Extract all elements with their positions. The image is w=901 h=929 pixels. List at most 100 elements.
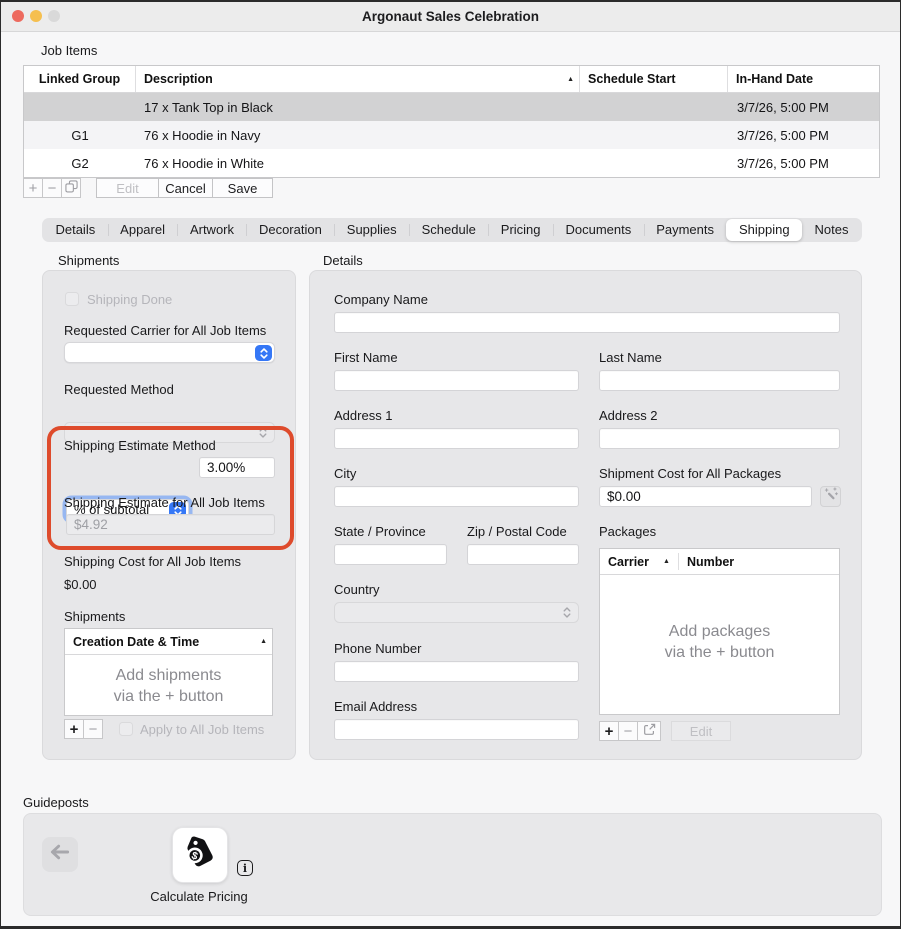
chevron-up-down-icon bbox=[562, 606, 572, 622]
address2-label: Address 2 bbox=[599, 408, 658, 423]
tab-artwork[interactable]: Artwork bbox=[177, 219, 246, 241]
first-name-label: First Name bbox=[334, 350, 398, 365]
open-external-icon bbox=[643, 723, 656, 740]
shipments-list: Creation Date & Time ▲ Add shipments via… bbox=[64, 628, 273, 716]
edit-job-item-button[interactable]: Edit bbox=[96, 178, 159, 198]
column-header-linked-group[interactable]: Linked Group bbox=[24, 66, 136, 92]
calculate-pricing-label: Calculate Pricing bbox=[147, 889, 251, 904]
cancel-button[interactable]: Cancel bbox=[158, 178, 213, 198]
minus-icon: − bbox=[89, 721, 98, 738]
job-items-section-label: Job Items bbox=[41, 43, 97, 58]
email-address-field[interactable] bbox=[334, 719, 579, 740]
column-header-number[interactable]: Number bbox=[687, 555, 734, 569]
shipping-estimate-all-label: Shipping Estimate for All Job Items bbox=[64, 495, 265, 510]
packages-empty-placeholder: Add packages via the + button bbox=[600, 621, 839, 663]
calculate-pricing-button[interactable]: $ bbox=[172, 827, 228, 883]
shipping-done-checkbox[interactable] bbox=[65, 292, 79, 306]
state-province-label: State / Province bbox=[334, 524, 426, 539]
shipping-cost-all-label: Shipping Cost for All Job Items bbox=[64, 554, 241, 569]
phone-number-field[interactable] bbox=[334, 661, 579, 682]
remove-package-button[interactable]: − bbox=[618, 721, 638, 741]
chevron-up-down-icon bbox=[258, 426, 268, 442]
shipping-estimate-all-field[interactable]: $4.92 bbox=[66, 514, 275, 535]
duplicate-job-item-button[interactable] bbox=[61, 178, 81, 198]
tab-shipping[interactable]: Shipping bbox=[726, 219, 802, 241]
window-title: Argonaut Sales Celebration bbox=[1, 9, 900, 24]
requested-carrier-label: Requested Carrier for All Job Items bbox=[64, 323, 266, 338]
first-name-field[interactable] bbox=[334, 370, 579, 391]
country-dropdown[interactable] bbox=[334, 602, 579, 623]
column-header-description[interactable]: Description ▲ bbox=[136, 66, 580, 92]
guideposts-panel: $ i Calculate Pricing bbox=[23, 813, 882, 916]
table-row[interactable]: G2 76 x Hoodie in White 3/7/26, 5:00 PM bbox=[24, 149, 879, 177]
tab-schedule[interactable]: Schedule bbox=[409, 219, 488, 241]
duplicate-icon bbox=[65, 180, 78, 197]
details-section-label: Details bbox=[323, 253, 363, 268]
shipments-empty-placeholder: Add shipments via the + button bbox=[65, 665, 272, 707]
save-button[interactable]: Save bbox=[212, 178, 273, 198]
plus-icon: + bbox=[605, 723, 614, 740]
address1-field[interactable] bbox=[334, 428, 579, 449]
table-row[interactable]: 17 x Tank Top in Black 3/7/26, 5:00 PM bbox=[24, 93, 879, 121]
add-package-button[interactable]: + bbox=[599, 721, 619, 741]
job-items-table-header: Linked Group Description ▲ Schedule Star… bbox=[24, 66, 879, 93]
tab-notes[interactable]: Notes bbox=[802, 219, 861, 241]
title-bar: Argonaut Sales Celebration bbox=[1, 2, 900, 32]
column-divider bbox=[678, 553, 679, 570]
state-province-field[interactable] bbox=[334, 544, 447, 565]
tab-documents[interactable]: Documents bbox=[553, 219, 644, 241]
company-name-field[interactable] bbox=[334, 312, 840, 333]
country-label: Country bbox=[334, 582, 380, 597]
remove-shipment-button[interactable]: − bbox=[83, 719, 103, 739]
tab-pricing[interactable]: Pricing bbox=[488, 219, 553, 241]
add-shipment-button[interactable]: + bbox=[64, 719, 84, 739]
tab-details[interactable]: Details bbox=[43, 219, 108, 241]
guideposts-section-label: Guideposts bbox=[23, 795, 89, 810]
phone-number-label: Phone Number bbox=[334, 641, 421, 656]
shipping-cost-all-value: $0.00 bbox=[64, 577, 97, 592]
last-name-field[interactable] bbox=[599, 370, 840, 391]
magic-wand-icon bbox=[824, 487, 838, 506]
info-icon[interactable]: i bbox=[237, 860, 253, 876]
shipping-estimate-method-label: Shipping Estimate Method bbox=[64, 438, 216, 453]
add-job-item-button[interactable]: + bbox=[23, 178, 43, 198]
apply-all-job-items-label: Apply to All Job Items bbox=[140, 722, 264, 737]
company-name-label: Company Name bbox=[334, 292, 428, 307]
shipments-list-header[interactable]: Creation Date & Time ▲ bbox=[65, 629, 272, 655]
edit-package-button[interactable]: Edit bbox=[671, 721, 731, 741]
apply-all-job-items-checkbox[interactable] bbox=[119, 722, 133, 736]
minus-icon: − bbox=[48, 180, 57, 197]
column-header-in-hand-date[interactable]: In-Hand Date bbox=[728, 66, 871, 92]
table-row[interactable]: G1 76 x Hoodie in Navy 3/7/26, 5:00 PM bbox=[24, 121, 879, 149]
plus-icon: + bbox=[70, 721, 79, 738]
shipment-cost-label: Shipment Cost for All Packages bbox=[599, 466, 781, 481]
city-field[interactable] bbox=[334, 486, 579, 507]
requested-carrier-dropdown[interactable] bbox=[64, 342, 275, 363]
open-package-button[interactable] bbox=[637, 721, 661, 741]
app-window: Argonaut Sales Celebration Job Items Lin… bbox=[1, 2, 900, 926]
minus-icon: − bbox=[624, 723, 633, 740]
remove-job-item-button[interactable]: − bbox=[42, 178, 62, 198]
price-tag-icon: $ bbox=[182, 835, 218, 876]
tab-decoration[interactable]: Decoration bbox=[246, 219, 334, 241]
tab-apparel[interactable]: Apparel bbox=[108, 219, 178, 241]
sort-ascending-icon: ▲ bbox=[260, 638, 267, 645]
column-header-schedule-start[interactable]: Schedule Start bbox=[580, 66, 728, 92]
shipping-estimate-percent-field[interactable]: 3.00% bbox=[199, 457, 275, 478]
city-label: City bbox=[334, 466, 356, 481]
shipment-cost-field[interactable]: $0.00 bbox=[599, 486, 812, 507]
back-button[interactable] bbox=[42, 837, 78, 872]
auto-calculate-cost-button[interactable] bbox=[820, 486, 841, 507]
tab-payments[interactable]: Payments bbox=[644, 219, 727, 241]
tab-bar: Details Apparel Artwork Decoration Suppl… bbox=[42, 218, 862, 242]
sort-ascending-icon: ▲ bbox=[567, 76, 574, 83]
column-header-carrier[interactable]: Carrier bbox=[600, 555, 649, 569]
zip-postal-code-field[interactable] bbox=[467, 544, 579, 565]
plus-icon: + bbox=[29, 180, 38, 197]
packages-list: Carrier ▲ Number Add packages via the + … bbox=[599, 548, 840, 715]
requested-method-label: Requested Method bbox=[64, 382, 174, 397]
tab-supplies[interactable]: Supplies bbox=[334, 219, 409, 241]
zip-postal-code-label: Zip / Postal Code bbox=[467, 524, 567, 539]
address2-field[interactable] bbox=[599, 428, 840, 449]
address1-label: Address 1 bbox=[334, 408, 393, 423]
